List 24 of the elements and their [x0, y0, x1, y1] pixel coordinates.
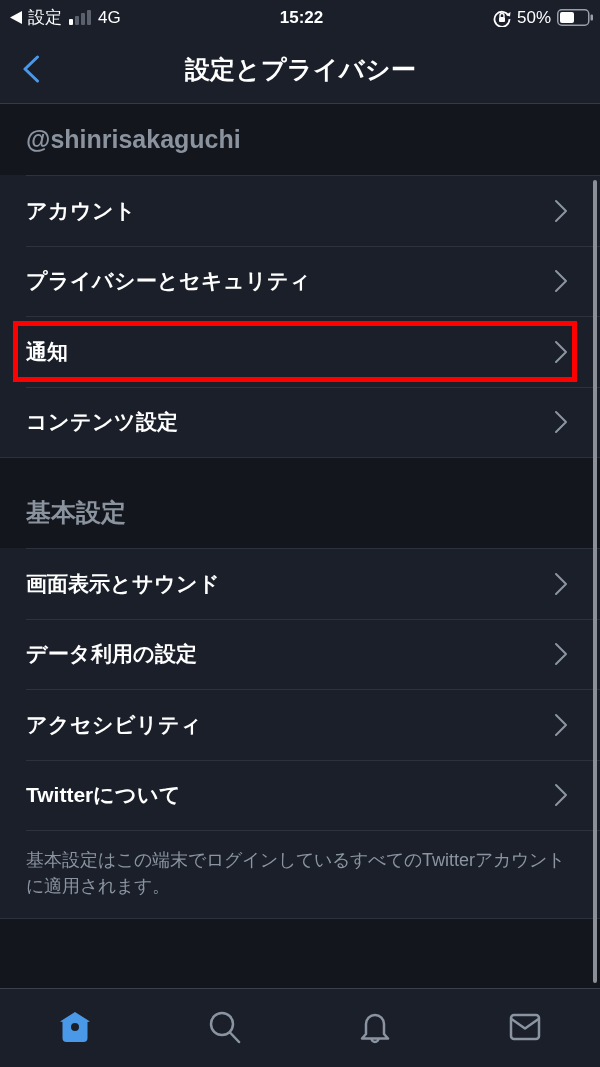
chevron-right-icon: [554, 571, 568, 596]
chevron-right-icon: [554, 198, 568, 223]
chevron-right-icon: [554, 712, 568, 737]
triangle-left-icon: [10, 11, 22, 24]
chevron-left-icon: [22, 55, 40, 83]
chevron-right-icon: [554, 339, 568, 364]
chevron-right-icon: [554, 783, 568, 808]
orientation-lock-icon: [492, 8, 511, 27]
chevron-right-icon: [554, 410, 568, 435]
battery-icon: [557, 9, 593, 26]
back-button[interactable]: [22, 55, 40, 83]
menu-item[interactable]: 通知: [26, 316, 600, 387]
section-header: 基本設定: [26, 497, 126, 528]
signal-icon: [69, 10, 91, 25]
section-header: @shinrisakaguchi: [26, 125, 241, 154]
chevron-right-icon: [554, 642, 568, 667]
back-link[interactable]: 設定: [10, 6, 62, 29]
home-icon: [58, 1010, 92, 1044]
chevron-right-icon: [554, 269, 568, 294]
status-time: 15:22: [279, 7, 324, 28]
page-title: 設定とプライバシー: [183, 53, 417, 85]
search-icon: [208, 1010, 242, 1044]
network-label: 4G: [98, 7, 121, 28]
battery-percentage: 50%: [516, 7, 551, 28]
